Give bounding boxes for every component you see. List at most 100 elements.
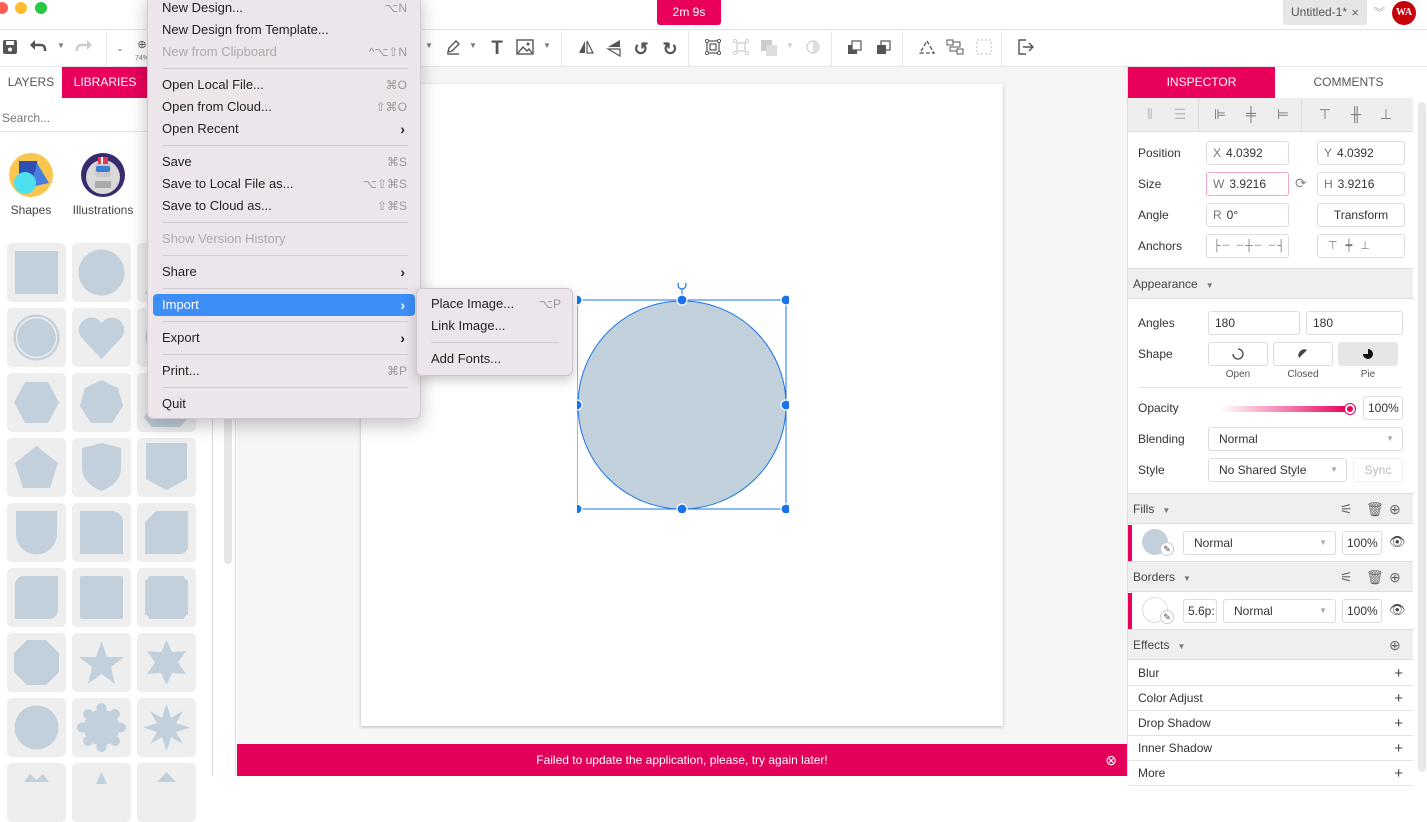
anchor-middle-v-icon[interactable]: ┿ bbox=[1346, 240, 1361, 252]
align-right-icon[interactable]: ⊨ bbox=[1273, 106, 1293, 123]
shape-square[interactable] bbox=[7, 243, 66, 302]
menu-item-quit[interactable]: Quit bbox=[153, 393, 415, 415]
effects-caret-icon[interactable]: ▼ bbox=[1177, 642, 1185, 651]
symbol-icon[interactable] bbox=[917, 39, 937, 61]
fill-opacity-field[interactable]: 100% bbox=[1342, 531, 1382, 555]
collapse-caret-icon[interactable]: ▼ bbox=[1206, 281, 1214, 290]
border-blend-select[interactable]: Normal ▼ bbox=[1223, 599, 1336, 623]
shape-cut-corner[interactable] bbox=[137, 503, 196, 562]
size-height-field[interactable]: H 3.9216 bbox=[1317, 172, 1405, 196]
sync-style-button[interactable]: Sync bbox=[1353, 458, 1403, 482]
align-left-icon[interactable]: ⊫ bbox=[1210, 106, 1230, 123]
boolean-caret-icon[interactable]: ▼ bbox=[786, 41, 794, 50]
align-middle-icon[interactable]: ╫ bbox=[1346, 106, 1366, 122]
tab-comments[interactable]: COMMENTS bbox=[1275, 67, 1422, 98]
image-icon[interactable] bbox=[515, 39, 535, 61]
border-visibility-eye-icon[interactable]: 👁 bbox=[1389, 602, 1406, 618]
fill-settings-icon[interactable]: ⚟ bbox=[1340, 494, 1353, 524]
add-blur-icon[interactable]: + bbox=[1394, 661, 1403, 686]
anchor-top-icon[interactable]: ⊤ bbox=[1328, 240, 1346, 252]
menu-item-export[interactable]: Export › bbox=[153, 327, 415, 349]
end-angle-field[interactable]: 180 bbox=[1306, 311, 1403, 335]
inspector-scrollbar[interactable] bbox=[1418, 102, 1426, 772]
horizontal-anchors[interactable]: ├┄ ┄┼┄ ┄┤ bbox=[1206, 234, 1289, 258]
effect-more[interactable]: More + bbox=[1128, 761, 1413, 786]
add-fill-icon[interactable]: ⊕ bbox=[1389, 494, 1401, 524]
blending-select[interactable]: Normal ▼ bbox=[1208, 427, 1403, 451]
menu-item-save[interactable]: Save ⌘S bbox=[153, 151, 415, 173]
shape-open-button[interactable] bbox=[1208, 342, 1268, 366]
shape-ring[interactable] bbox=[7, 308, 66, 367]
border-opacity-field[interactable]: 100% bbox=[1342, 599, 1382, 623]
flip-vertical-icon[interactable] bbox=[604, 39, 624, 63]
border-settings-icon[interactable]: ⚟ bbox=[1340, 562, 1353, 592]
add-color-adjust-icon[interactable]: + bbox=[1394, 686, 1403, 711]
shape-octagon[interactable] bbox=[7, 633, 66, 692]
size-width-field[interactable]: W 3.9216 bbox=[1206, 172, 1289, 196]
add-effect-icon[interactable]: ⊕ bbox=[1389, 630, 1401, 660]
shape-star-6[interactable] bbox=[137, 633, 196, 692]
library-shapes[interactable]: Shapes bbox=[8, 153, 54, 217]
tab-libraries[interactable]: LIBRARIES bbox=[62, 67, 148, 98]
zoom-out-button[interactable]: - bbox=[110, 39, 130, 59]
mask-icon[interactable] bbox=[803, 39, 823, 61]
fill-blend-select[interactable]: Normal ▼ bbox=[1183, 531, 1336, 555]
shape-tab-rounded[interactable] bbox=[7, 503, 66, 562]
document-tab[interactable]: Untitled-1* × bbox=[1283, 0, 1367, 25]
shape-star-8[interactable] bbox=[137, 698, 196, 757]
shape-heart[interactable] bbox=[72, 308, 131, 367]
shape-banner[interactable] bbox=[137, 438, 196, 497]
effect-drop-shadow[interactable]: Drop Shadow + bbox=[1128, 711, 1413, 736]
shape-star-5[interactable] bbox=[72, 633, 131, 692]
fill-eyedropper-icon[interactable]: ✎ bbox=[1160, 542, 1174, 556]
tabs-overflow-icon[interactable]: ︾ bbox=[1374, 4, 1385, 20]
connector-icon[interactable] bbox=[945, 39, 965, 61]
menu-item-place-image[interactable]: Place Image... ⌥P bbox=[422, 293, 569, 315]
menu-item-open-from-cloud[interactable]: Open from Cloud... ⇧⌘O bbox=[153, 96, 415, 118]
appearance-section-header[interactable]: Appearance ▼ bbox=[1128, 268, 1413, 299]
fill-visibility-eye-icon[interactable]: 👁 bbox=[1389, 534, 1406, 550]
menu-item-add-fonts[interactable]: Add Fonts... bbox=[422, 348, 569, 370]
selected-circle-shape[interactable] bbox=[577, 283, 789, 513]
shape-shield[interactable] bbox=[72, 438, 131, 497]
start-angle-field[interactable]: 180 bbox=[1208, 311, 1300, 335]
menu-item-new-design-from-template[interactable]: New Design from Template... bbox=[153, 19, 415, 41]
anchor-bottom-icon[interactable]: ⊥ bbox=[1360, 240, 1378, 252]
image-tool-caret-icon[interactable]: ▼ bbox=[543, 41, 551, 50]
rotate-right-icon[interactable]: ↻ bbox=[660, 39, 680, 59]
menu-item-save-to-local-file-as[interactable]: Save to Local File as... ⌥⇧⌘S bbox=[153, 173, 415, 195]
align-bottom-icon[interactable]: ⊥ bbox=[1376, 106, 1396, 123]
delete-fill-icon[interactable]: 🗑 bbox=[1366, 494, 1384, 524]
opacity-field[interactable]: 100% bbox=[1363, 396, 1403, 420]
ungroup-icon[interactable] bbox=[731, 38, 751, 61]
constrain-proportions-icon[interactable]: ⟳ bbox=[1295, 175, 1307, 192]
shape-diamond[interactable] bbox=[137, 763, 196, 822]
transform-button[interactable]: Transform bbox=[1317, 203, 1405, 227]
tab-inspector[interactable]: INSPECTOR bbox=[1128, 67, 1275, 98]
shape-rounded-corner[interactable] bbox=[72, 503, 131, 562]
anchor-right-icon[interactable]: ┄┤ bbox=[1269, 240, 1287, 252]
pen-icon[interactable] bbox=[443, 39, 463, 61]
group-icon[interactable] bbox=[703, 38, 723, 61]
border-width-field[interactable]: 5.6p: bbox=[1183, 599, 1217, 623]
menu-item-link-image[interactable]: Link Image... bbox=[422, 315, 569, 337]
position-x-field[interactable]: X 4.0392 bbox=[1206, 141, 1289, 165]
align-top-icon[interactable]: ⊤ bbox=[1315, 106, 1335, 123]
opacity-slider-handle[interactable] bbox=[1345, 404, 1355, 414]
window-zoom-button[interactable] bbox=[35, 2, 47, 14]
save-icon[interactable] bbox=[0, 39, 20, 61]
redo-icon[interactable] bbox=[74, 39, 94, 59]
tab-layers[interactable]: LAYERS bbox=[0, 67, 62, 98]
position-y-field[interactable]: Y 4.0392 bbox=[1317, 141, 1405, 165]
slice-icon[interactable] bbox=[974, 39, 994, 61]
anchor-center-h-icon[interactable]: ┄┼┄ bbox=[1236, 240, 1263, 252]
menu-item-share[interactable]: Share › bbox=[153, 261, 415, 283]
shape-rounded-square-left[interactable] bbox=[7, 568, 66, 627]
shape-triangle-small[interactable] bbox=[72, 763, 131, 822]
border-eyedropper-icon[interactable]: ✎ bbox=[1160, 610, 1174, 624]
borders-caret-icon[interactable]: ▼ bbox=[1183, 574, 1191, 583]
menu-item-save-to-cloud-as[interactable]: Save to Cloud as... ⇧⌘S bbox=[153, 195, 415, 217]
menu-item-open-local-file[interactable]: Open Local File... ⌘O bbox=[153, 74, 415, 96]
shape-rounded-square[interactable] bbox=[72, 568, 131, 627]
shape-hexagon[interactable] bbox=[7, 373, 66, 432]
